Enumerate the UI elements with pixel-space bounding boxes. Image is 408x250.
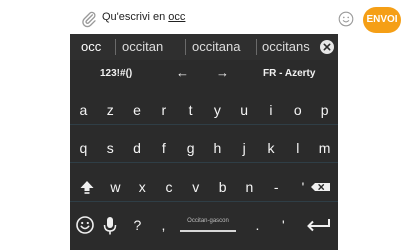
suggestion-item[interactable]: occitan xyxy=(122,39,163,54)
key-row-2: q s d f g h j k l m xyxy=(70,133,338,163)
row-divider xyxy=(70,201,338,202)
question-key[interactable]: ? xyxy=(124,210,151,240)
send-button[interactable]: ENVOI xyxy=(363,7,401,33)
suggestion-divider xyxy=(185,39,186,55)
key[interactable]: w xyxy=(102,172,129,202)
key-row-3: w x c v b n - ' xyxy=(70,172,338,202)
row-divider xyxy=(70,162,338,163)
message-text: Qu'escrivi en xyxy=(102,11,169,23)
keyboard: occ occitan occitana occitans 123!#() ← … xyxy=(70,34,338,250)
key[interactable]: b xyxy=(209,172,236,202)
period-key[interactable]: . xyxy=(244,210,271,240)
suggestion-divider xyxy=(115,39,116,55)
key[interactable]: y xyxy=(204,95,231,125)
composing-word: occ xyxy=(168,11,186,23)
suggestion-strip: occ occitan occitana occitans xyxy=(70,34,338,60)
key[interactable]: e xyxy=(124,95,151,125)
comma-key[interactable]: , xyxy=(150,210,177,240)
key[interactable]: o xyxy=(284,95,311,125)
key[interactable]: q xyxy=(70,133,97,163)
paperclip-icon[interactable] xyxy=(80,10,98,28)
row-divider xyxy=(70,124,338,125)
space-key[interactable]: Occitan-gascon xyxy=(180,210,236,240)
key[interactable]: x xyxy=(129,172,156,202)
smiley-icon[interactable] xyxy=(338,11,354,27)
key[interactable]: t xyxy=(177,95,204,125)
key[interactable]: k xyxy=(258,133,285,163)
emoji-key[interactable] xyxy=(72,210,98,240)
key[interactable]: z xyxy=(97,95,124,125)
key[interactable]: u xyxy=(231,95,258,125)
layout-switch-key[interactable]: FR - Azerty xyxy=(263,68,315,79)
key[interactable]: n xyxy=(236,172,263,202)
smiley-icon xyxy=(76,216,94,234)
suggestion-item[interactable]: occitans xyxy=(262,39,310,54)
apostrophe-key[interactable]: ' xyxy=(270,210,297,240)
key[interactable]: i xyxy=(258,95,285,125)
key-row-bottom: ? , Occitan-gascon . ' xyxy=(70,210,338,240)
voice-input-key[interactable] xyxy=(98,210,122,240)
key[interactable]: m xyxy=(311,133,338,163)
shift-key[interactable] xyxy=(74,172,100,202)
suggestion-divider xyxy=(256,39,257,55)
key-row-1: a z e r t y u i o p xyxy=(70,95,338,125)
screen: Qu'escrivi en occ ENVOI occ occitan occi… xyxy=(0,0,408,250)
suggestion-item[interactable]: occ xyxy=(81,39,101,54)
backspace-key[interactable] xyxy=(306,172,336,202)
symbols-key[interactable]: 123!#() xyxy=(100,68,132,79)
shift-icon xyxy=(80,181,94,194)
microphone-icon xyxy=(103,217,117,235)
key[interactable]: r xyxy=(150,95,177,125)
cursor-left-key[interactable]: ← xyxy=(176,65,189,80)
key[interactable]: d xyxy=(124,133,151,163)
key[interactable]: h xyxy=(204,133,231,163)
key[interactable]: l xyxy=(284,133,311,163)
enter-key[interactable] xyxy=(300,210,336,240)
space-bar-line xyxy=(180,230,236,232)
key[interactable]: g xyxy=(177,133,204,163)
key[interactable]: c xyxy=(156,172,183,202)
message-input[interactable]: Qu'escrivi en occ xyxy=(102,11,185,23)
key[interactable]: f xyxy=(150,133,177,163)
key[interactable]: v xyxy=(182,172,209,202)
key[interactable]: j xyxy=(231,133,258,163)
key[interactable]: s xyxy=(97,133,124,163)
close-suggestions-icon[interactable] xyxy=(320,40,334,54)
key[interactable]: p xyxy=(311,95,338,125)
suggestion-item[interactable]: occitana xyxy=(192,39,240,54)
key[interactable]: a xyxy=(70,95,97,125)
enter-icon xyxy=(307,219,330,232)
backspace-icon xyxy=(311,183,330,191)
message-composer: Qu'escrivi en occ ENVOI xyxy=(70,3,401,34)
keyboard-toolbar: 123!#() ← → FR - Azerty xyxy=(70,62,338,86)
cursor-right-key[interactable]: → xyxy=(216,65,229,80)
space-language-label: Occitan-gascon xyxy=(187,218,229,224)
key[interactable]: - xyxy=(263,172,290,202)
